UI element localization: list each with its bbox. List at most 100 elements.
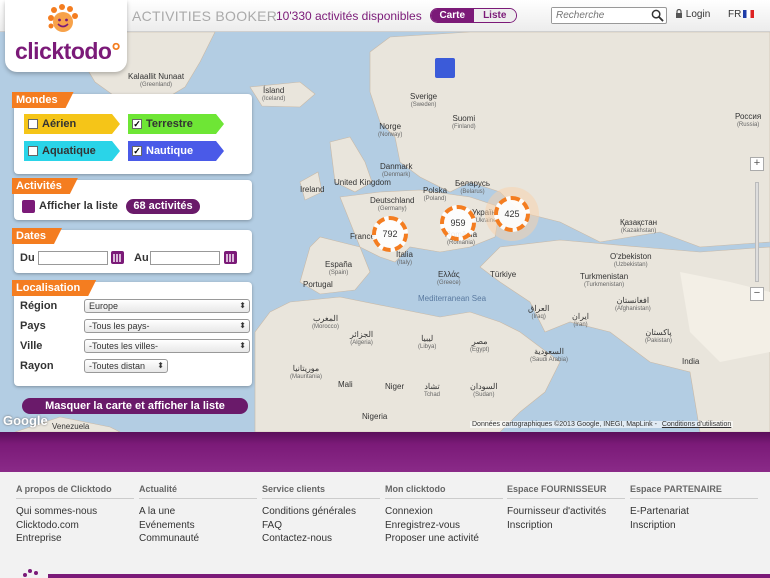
map-label: المغرب (Morocco) [312,314,340,330]
localisation-title: Localisation [12,280,96,296]
hide-map-button[interactable]: Masquer la carte et afficher la liste [22,398,248,414]
ville-label: Ville [20,340,43,352]
footer-link[interactable]: Contactez-nous [262,532,380,546]
map-label: Ísland (Iceland) [262,86,286,102]
map-label: السعودية (Saudi Arabia) [530,347,569,363]
aerien-checkbox[interactable] [28,119,38,129]
map-label: Portugal [303,280,333,289]
zoom-in-button[interactable]: + [750,157,764,171]
footer: A propos de Clicktodo Qui sommes-nous Cl… [0,472,770,578]
chip-nautique[interactable]: ✓ Nautique [128,141,224,161]
region-select[interactable]: Europe ⬍ [84,299,250,313]
footer-link[interactable]: Evénements [139,519,257,533]
footer-bar [48,574,770,578]
map-label: Turkmenistan (Turkmenistan) [580,272,629,288]
list-icon[interactable] [22,200,35,213]
french-flag-icon [743,10,755,19]
calendar-icon[interactable] [111,251,124,264]
rayon-select[interactable]: -Toutes distan ⬍ [84,359,168,373]
list-view-button[interactable]: Liste [473,9,516,22]
footer-link[interactable]: Clicktodo.com [16,519,134,533]
dates-panel: Dates Du Au [14,230,252,273]
map-label: مصر (Egypt) [470,337,490,353]
zoom-slider[interactable] [755,182,759,282]
footer-link[interactable]: Conditions générales [262,505,380,519]
footer-link[interactable]: A la une [139,505,257,519]
activites-panel: Activités Afficher la liste 68 activités [14,180,252,220]
view-toggle: Carte Liste [430,8,517,23]
ville-select[interactable]: -Toutes les villes- ⬍ [84,339,250,353]
mondes-panel: Mondes Aérien ✓ Terrestre Aquatique ✓ Naut… [14,94,252,174]
region-label: Région [20,300,58,312]
nautique-checkbox[interactable]: ✓ [132,146,142,156]
footer-link[interactable]: Connexion [385,505,503,519]
location-marker[interactable] [435,58,455,78]
footer-column: Espace FOURNISSEUR Fournisseur d'activit… [507,484,625,532]
footer-link[interactable]: Communauté [139,532,257,546]
select-arrows-icon: ⬍ [239,321,246,330]
map-label: Қазақстан (Kazakhstan) [620,218,658,234]
zoom-out-button[interactable]: − [750,287,764,301]
terrestre-checkbox[interactable]: ✓ [132,119,142,129]
map-label: Kalaallit Nunaat (Greenland) [128,72,185,88]
chip-aerien[interactable]: Aérien [24,114,120,134]
login-label: Login [685,9,711,20]
activity-cluster[interactable]: 792 [372,216,408,252]
footer-link[interactable]: E-Partenariat [630,505,758,519]
logo-text: clicktodo° [15,38,121,64]
pays-select[interactable]: -Tous les pays- ⬍ [84,319,250,333]
map-label: العراق (Iraq) [528,304,550,320]
activity-cluster[interactable]: 959 [440,205,476,241]
footer-link[interactable]: Proposer une activité [385,532,503,546]
footer-link[interactable]: Enregistrez-vous [385,519,503,533]
purple-band [0,432,770,472]
footer-column: Service clients Conditions générales FAQ… [262,484,380,546]
login-link[interactable]: Login [675,8,711,20]
footer-link[interactable]: Entreprise [16,532,134,546]
footer-link[interactable]: Inscription [630,519,758,533]
mondes-title: Mondes [12,92,74,108]
terms-link[interactable]: Conditions d'utilisation [662,421,731,428]
select-arrows-icon: ⬍ [157,361,164,370]
search-box [551,7,667,24]
sun-face-icon [48,4,78,32]
map-label: Ελλάς (Greece) [437,270,461,286]
rayon-label: Rayon [20,360,54,372]
map-label: تشاد Tchad [424,382,441,398]
select-arrows-icon: ⬍ [239,301,246,310]
search-icon[interactable] [651,9,664,22]
available-activities-count: 10'330 activités disponibles [276,9,422,23]
footer-link[interactable]: Fournisseur d'activités [507,505,625,519]
footer-column-title: Mon clicktodo [385,484,503,499]
chip-terrestre[interactable]: ✓ Terrestre [128,114,224,134]
date-from-input[interactable] [38,251,108,265]
map-label: موريتانيا (Mauritania) [290,364,323,380]
show-list-link[interactable]: Afficher la liste [39,200,118,212]
map-label: Россия (Russia) [735,112,762,128]
map-label: Niger [385,382,405,391]
date-to-label: Au [134,252,149,264]
language-selector[interactable]: FR [728,9,755,20]
logo[interactable]: clicktodo° [5,0,127,72]
footer-column-title: Service clients [262,484,380,499]
map-label: España (Spain) [325,260,353,276]
map-label: Suomi (Finland) [452,114,476,130]
date-to-input[interactable] [150,251,220,265]
footer-link[interactable]: Qui sommes-nous [16,505,134,519]
search-input[interactable] [552,8,648,23]
sun-icon [23,569,38,577]
map-view-button[interactable]: Carte [431,9,474,22]
map-label: Italia (Italy) [396,250,413,266]
activity-cluster[interactable]: 425 [494,196,530,232]
footer-column-title: A propos de Clicktodo [16,484,134,499]
map-label: Nigeria [362,412,388,421]
footer-link[interactable]: FAQ [262,519,380,533]
chip-aquatique[interactable]: Aquatique [24,141,120,161]
calendar-icon[interactable] [224,251,237,264]
map-label: Sverige (Sweden) [410,92,438,108]
footer-link[interactable]: Inscription [507,519,625,533]
aquatique-checkbox[interactable] [28,146,38,156]
map-label: O'zbekiston (Uzbekistan) [610,252,652,268]
activities-count-badge: 68 activités [126,199,200,214]
map-label: India [682,357,700,366]
